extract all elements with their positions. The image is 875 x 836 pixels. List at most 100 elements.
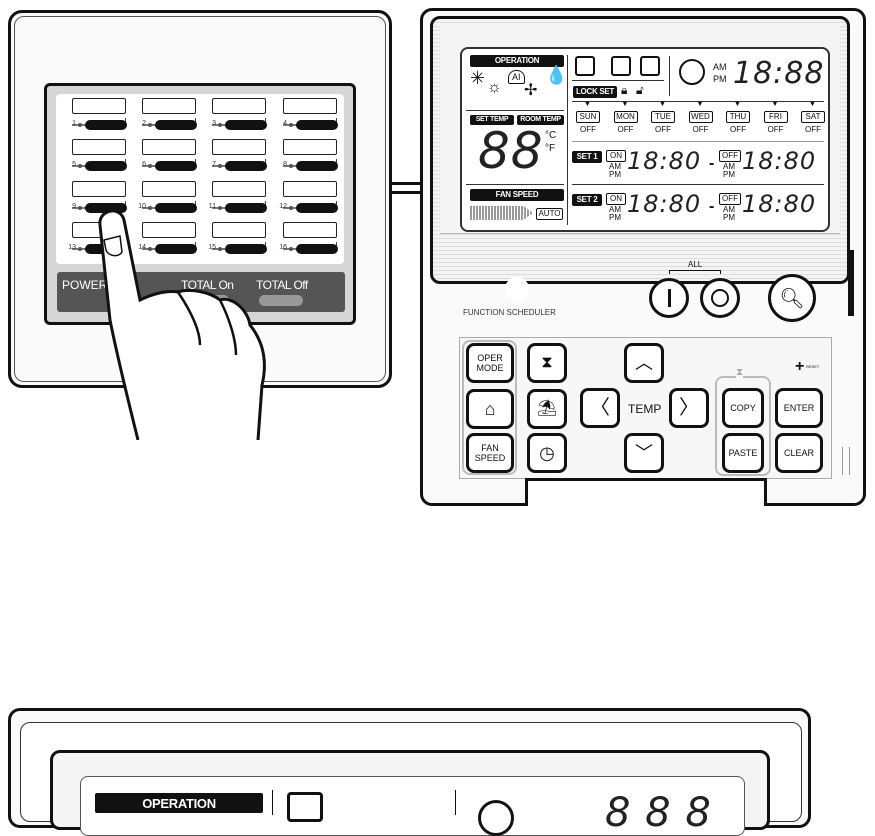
up-button[interactable]: ︿ (624, 343, 664, 383)
pm-label: PM (723, 170, 735, 179)
divider (669, 56, 670, 96)
dry-icon: 💧 (545, 65, 568, 85)
grip (842, 447, 850, 475)
reset-plus-icon: + (795, 358, 805, 375)
dash: - (709, 155, 715, 172)
quad-unit-icon (640, 56, 660, 76)
day-status: OFF (805, 125, 821, 134)
day-status: OFF (580, 125, 596, 134)
power-off-icon (711, 289, 729, 307)
day-status: OFF (617, 125, 634, 134)
room-temp-button[interactable]: ⌂ (466, 389, 514, 429)
clock-icon: ◷ (539, 443, 555, 463)
paste-button[interactable]: PASTE (722, 433, 764, 473)
oper-mode-button[interactable]: OPER MODE (466, 343, 514, 383)
day-marker-icon: ▼ (696, 101, 704, 108)
clock-digits: 18:88 (733, 56, 825, 91)
bottom-tab (525, 478, 767, 506)
day-marker-icon: ▼ (734, 101, 741, 108)
single-unit-icon (287, 792, 323, 822)
day-sun: SUN (576, 111, 600, 123)
hourglass-icon: ⧗ (541, 354, 553, 371)
day-marker-icon: ▼ (621, 101, 629, 108)
pm-label: PM (609, 213, 621, 222)
temp-label: TEMP (628, 402, 662, 416)
set-2-label: SET 2 (572, 194, 602, 206)
fan-icon: ✢ (524, 82, 538, 99)
divider (466, 184, 564, 185)
indicator-light (505, 277, 529, 301)
bottom-operation-label: OPERATION (95, 793, 263, 813)
magnifier-check-icon: 🔍︎ (779, 287, 805, 310)
am-label: AM (713, 62, 727, 72)
off-time-digits: 18:80 (742, 190, 817, 218)
day-wed: WED (688, 111, 713, 123)
power-on-icon (667, 289, 671, 307)
all-bracket (669, 270, 721, 274)
unlock-icon: 🔓︎ (636, 83, 644, 97)
bottom-clock-digits: 8 8 8 (605, 790, 712, 836)
connector (392, 182, 422, 194)
all-on-button[interactable] (649, 278, 689, 318)
day-tue: TUE (651, 111, 675, 123)
divider (567, 55, 568, 225)
day-fri: FRI (763, 111, 788, 123)
down-button[interactable]: ﹀ (624, 433, 664, 473)
function-scheduler-label: FUNCTION SCHEDULER (463, 308, 556, 317)
dual-unit-icon (611, 56, 631, 76)
day-status: OFF (692, 125, 709, 134)
left-button[interactable]: 〈 (580, 388, 620, 428)
enter-button[interactable]: ENTER (775, 388, 823, 428)
day-sat: SAT (801, 111, 825, 123)
house-thermometer-icon: ⌂ (484, 399, 496, 419)
day-marker-icon: ▼ (584, 101, 591, 108)
day-status: OFF (730, 125, 746, 134)
clock-icon (478, 800, 514, 836)
divider (466, 110, 564, 111)
all-off-button[interactable] (700, 278, 740, 318)
divider (572, 184, 824, 185)
right-button[interactable]: 〉 (669, 388, 709, 428)
off-label: OFF (719, 193, 741, 205)
celsius-label: °C (545, 130, 557, 141)
heat-icon: ☼ (487, 79, 502, 96)
fan-speed-button[interactable]: FAN SPEED (466, 433, 514, 473)
lock-set-label: LOCK SET (573, 86, 617, 98)
inspect-button[interactable]: 🔍︎ (768, 274, 816, 322)
day-marker-icon: ▼ (659, 101, 666, 108)
day-marker-icon: ▼ (771, 101, 779, 108)
divider (455, 790, 456, 815)
chevron-down-icon: ﹀ (635, 443, 653, 463)
cool-icon: ✳ (470, 68, 486, 88)
clock-icon (679, 59, 705, 85)
lock-icon: 🔒︎ (621, 83, 628, 97)
single-unit-icon (575, 56, 595, 76)
day-thu: THU (726, 111, 750, 123)
off-time-digits: 18:80 (742, 147, 817, 175)
fan-speed-label: FAN SPEED (470, 189, 564, 201)
on-time-digits: 18:80 (627, 190, 702, 218)
clock-button[interactable]: ◷ (527, 433, 567, 473)
pm-label: PM (609, 170, 621, 179)
day-mon: MON (613, 111, 638, 123)
on-time-digits: 18:80 (627, 147, 702, 175)
timer-button[interactable]: ⧗ (527, 343, 567, 383)
hand-icon (98, 209, 266, 440)
off-label: OFF (719, 150, 741, 162)
day-status: OFF (767, 125, 784, 134)
on-label: ON (606, 150, 626, 162)
side-hinge (848, 250, 854, 316)
copy-button[interactable]: COPY (722, 388, 764, 428)
reset-label: RESET (806, 364, 820, 369)
clear-button[interactable]: CLEAR (775, 433, 823, 473)
chevron-right-icon: 〉 (679, 397, 699, 419)
pm-label: PM (713, 74, 727, 84)
temp-digits: 88 (478, 122, 544, 180)
set-1-label: SET 1 (572, 151, 602, 163)
day-marker-icon: ▼ (809, 101, 816, 108)
beach-umbrella-icon: ⛱︎ (536, 400, 558, 417)
holiday-button[interactable]: ⛱︎ (527, 389, 567, 429)
divider (572, 141, 824, 142)
dash: - (709, 198, 715, 215)
all-label: ALL (688, 260, 703, 269)
